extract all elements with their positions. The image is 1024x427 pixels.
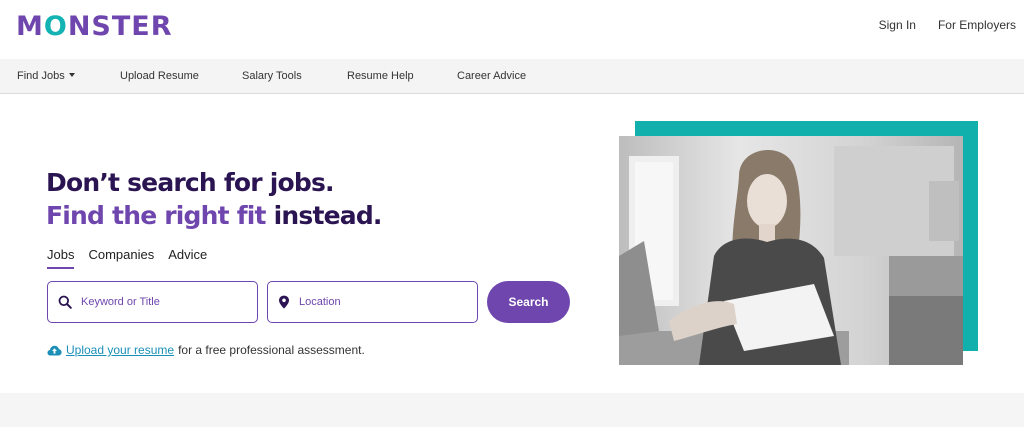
- upload-resume-line: Upload your resume for a free profession…: [47, 343, 365, 357]
- location-placeholder: Location: [299, 296, 341, 308]
- hero-photo: [619, 136, 963, 365]
- keyword-input[interactable]: Keyword or Title: [47, 281, 258, 323]
- keyword-placeholder: Keyword or Title: [81, 296, 160, 308]
- headline-accent: Find the right fit: [46, 201, 267, 230]
- search-icon: [58, 295, 72, 309]
- tab-jobs[interactable]: Jobs: [47, 247, 75, 269]
- nav-item-find-jobs[interactable]: Find Jobs: [17, 70, 75, 82]
- caret-down-icon: [68, 73, 75, 77]
- nav-item-resume-help[interactable]: Resume Help: [347, 70, 414, 82]
- for-employers-link[interactable]: For Employers: [938, 18, 1016, 32]
- tab-companies[interactable]: Companies: [88, 247, 154, 269]
- search-button[interactable]: Search: [487, 281, 570, 323]
- location-input[interactable]: Location: [267, 281, 478, 323]
- cloud-upload-icon: [47, 345, 62, 355]
- headline-line-2: Find the right fit instead.: [46, 199, 382, 232]
- map-pin-icon: [279, 295, 289, 309]
- nav-item-label: Find Jobs: [17, 70, 65, 82]
- nav-item-salary-tools[interactable]: Salary Tools: [242, 70, 302, 82]
- header-links: Sign In For Employers: [879, 18, 1016, 32]
- hero-headline: Don’t search for jobs. Find the right fi…: [46, 166, 382, 232]
- headline-rest: instead.: [265, 201, 383, 230]
- bottom-band: [0, 393, 1024, 427]
- headline-line-1: Don’t search for jobs.: [46, 168, 335, 197]
- main-nav: Find Jobs Upload Resume Salary Tools Res…: [0, 59, 1024, 94]
- nav-item-career-advice[interactable]: Career Advice: [457, 70, 526, 82]
- nurse-photo-illustration: [619, 136, 963, 365]
- sign-in-link[interactable]: Sign In: [879, 18, 916, 32]
- upload-resume-link[interactable]: Upload your resume: [66, 343, 174, 357]
- upload-resume-text: for a free professional assessment.: [178, 343, 365, 357]
- site-header: MONSTER Sign In For Employers: [0, 0, 1024, 59]
- tab-advice[interactable]: Advice: [168, 247, 207, 269]
- nav-item-upload-resume[interactable]: Upload Resume: [120, 70, 199, 82]
- search-tabs: Jobs Companies Advice: [47, 247, 207, 269]
- monster-logo[interactable]: MONSTER: [16, 11, 173, 42]
